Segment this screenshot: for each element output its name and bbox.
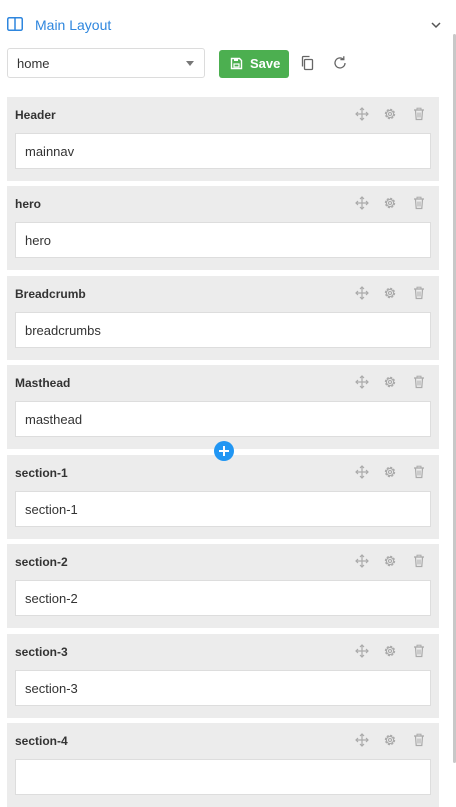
block-value-field[interactable]: section-3	[15, 670, 431, 706]
block-value: section-1	[25, 502, 78, 517]
block-title: section-4	[15, 734, 68, 748]
gear-icon[interactable]	[383, 107, 397, 121]
move-icon[interactable]	[355, 733, 369, 747]
block-title: Masthead	[15, 376, 71, 390]
layout-select-value: home	[17, 56, 50, 71]
chevron-down-icon[interactable]	[430, 20, 442, 30]
panel-header[interactable]: Main Layout	[0, 0, 448, 48]
block-title: hero	[15, 197, 42, 211]
layout-block[interactable]: hero hero	[7, 186, 439, 270]
layout-block[interactable]: section-4	[7, 723, 439, 807]
move-icon[interactable]	[355, 644, 369, 658]
block-title: Header	[15, 108, 56, 122]
block-title: Breadcrumb	[15, 287, 86, 301]
gear-icon[interactable]	[383, 554, 397, 568]
block-value-field[interactable]: masthead	[15, 401, 431, 437]
gear-icon[interactable]	[383, 644, 397, 658]
gear-icon[interactable]	[383, 375, 397, 389]
trash-icon[interactable]	[412, 644, 426, 658]
layout-block[interactable]: section-1 section-1	[7, 455, 439, 539]
save-button-label: Save	[250, 56, 281, 71]
move-icon[interactable]	[355, 375, 369, 389]
block-value-field[interactable]: section-1	[15, 491, 431, 527]
move-icon[interactable]	[355, 107, 369, 121]
add-section-button[interactable]	[214, 441, 234, 461]
block-value: section-3	[25, 681, 78, 696]
move-icon[interactable]	[355, 196, 369, 210]
trash-icon[interactable]	[412, 107, 426, 121]
layout-select[interactable]: home	[7, 48, 205, 78]
trash-icon[interactable]	[412, 196, 426, 210]
copy-icon[interactable]	[300, 55, 315, 71]
layout-icon	[7, 17, 23, 31]
block-value-field[interactable]: section-2	[15, 580, 431, 616]
trash-icon[interactable]	[412, 286, 426, 300]
block-value: mainnav	[25, 144, 75, 159]
trash-icon[interactable]	[412, 375, 426, 389]
block-value: section-2	[25, 591, 78, 606]
gear-icon[interactable]	[383, 286, 397, 300]
move-icon[interactable]	[355, 286, 369, 300]
trash-icon[interactable]	[412, 465, 426, 479]
plus-icon	[219, 446, 229, 456]
block-value-field[interactable]: breadcrumbs	[15, 312, 431, 348]
trash-icon[interactable]	[412, 554, 426, 568]
save-button[interactable]: Save	[219, 50, 289, 78]
block-title: section-2	[15, 555, 68, 569]
layout-toolbar: home Save	[0, 48, 448, 80]
floppy-disk-icon	[230, 57, 243, 70]
block-value-field[interactable]: hero	[15, 222, 431, 258]
gear-icon[interactable]	[383, 465, 397, 479]
trash-icon[interactable]	[412, 733, 426, 747]
layout-block[interactable]: section-3 section-3	[7, 634, 439, 718]
gear-icon[interactable]	[383, 196, 397, 210]
move-icon[interactable]	[355, 554, 369, 568]
layout-block[interactable]: Masthead masthead	[7, 365, 439, 449]
block-title: section-3	[15, 645, 68, 659]
dropdown-arrow-icon	[186, 61, 194, 66]
block-value: breadcrumbs	[25, 323, 101, 338]
block-title: section-1	[15, 466, 68, 480]
block-value: masthead	[25, 412, 83, 427]
layout-block[interactable]: section-2 section-2	[7, 544, 439, 628]
panel-title: Main Layout	[35, 17, 112, 33]
move-icon[interactable]	[355, 465, 369, 479]
layout-block[interactable]: Header mainnav	[7, 97, 439, 181]
layout-block[interactable]: Breadcrumb breadcrumbs	[7, 276, 439, 360]
block-value-field[interactable]	[15, 759, 431, 795]
block-value: hero	[25, 233, 52, 248]
refresh-icon[interactable]	[332, 55, 348, 71]
gear-icon[interactable]	[383, 733, 397, 747]
block-value-field[interactable]: mainnav	[15, 133, 431, 169]
